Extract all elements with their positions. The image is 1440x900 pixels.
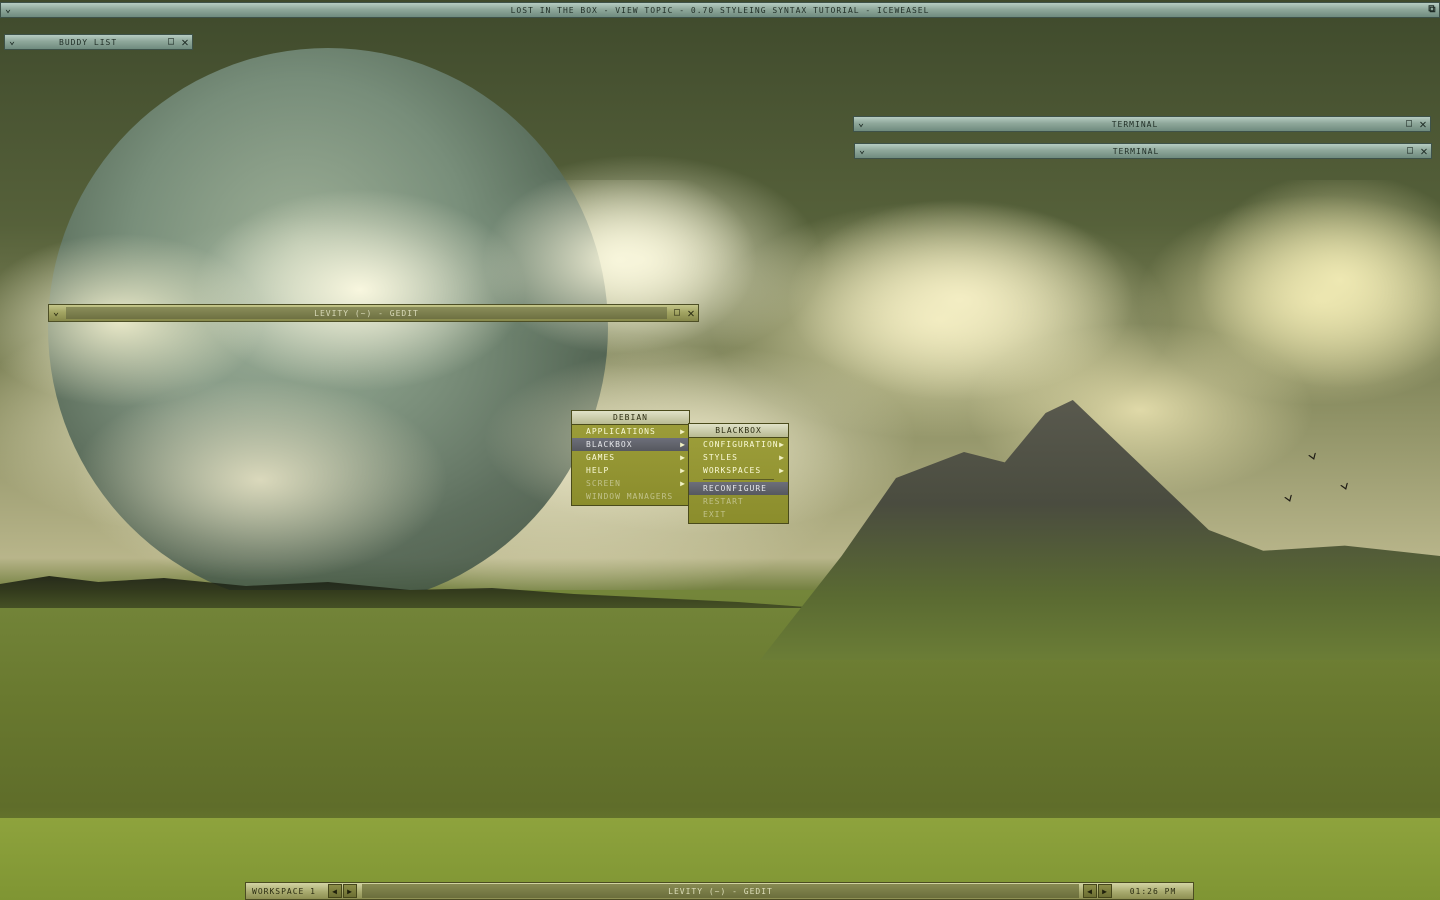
taskbar-window-title[interactable]: levity (~) - gedit (362, 884, 1079, 898)
gedit-titlebar[interactable]: ⌄ levity (~) - gedit □ ✕ (48, 304, 699, 322)
terminal-title: terminal (1111, 119, 1159, 129)
buddy-list-title: buddy list (59, 37, 118, 47)
chevron-down-icon[interactable]: ⌄ (1, 3, 15, 17)
menu-item-window-managers[interactable]: window managers (572, 490, 689, 503)
close-icon[interactable]: ✕ (1417, 144, 1431, 158)
triangle-right-icon: ▶ (779, 466, 785, 475)
terminal-title: terminal (1112, 146, 1160, 156)
close-icon[interactable]: ✕ (1416, 117, 1430, 131)
maximize-icon[interactable]: □ (164, 35, 178, 49)
menu-item-label: exit (703, 510, 727, 519)
menu-item-label: restart (703, 497, 744, 506)
maximize-icon[interactable]: □ (670, 306, 684, 320)
menu-item-workspaces[interactable]: workspaces ▶ (689, 464, 788, 477)
menu-item-label: styles (703, 453, 738, 462)
menu-item-games[interactable]: games ▶ (572, 451, 689, 464)
menu-item-label: blackbox (586, 440, 633, 449)
menu-item-label: configuration (703, 440, 779, 449)
blackbox-submenu-title: blackbox (689, 424, 788, 438)
menu-item-applications[interactable]: applications ▶ (572, 425, 689, 438)
gedit-title: levity (~) - gedit (66, 307, 667, 319)
triangle-right-icon: ▶ (680, 440, 686, 449)
menu-item-label: screen (586, 479, 621, 488)
browser-title: lost in the box - view topic - 0.70 styl… (510, 5, 930, 15)
menu-item-label: window managers (586, 492, 674, 501)
blackbox-submenu: blackbox configuration ▶ styles ▶ worksp… (688, 423, 789, 524)
menu-item-label: games (586, 453, 616, 462)
close-icon[interactable]: ✕ (178, 35, 192, 49)
window-next-icon[interactable]: ▶ (1098, 884, 1112, 898)
clock: 01:26 pm (1129, 886, 1177, 896)
triangle-right-icon: ▶ (680, 427, 686, 436)
triangle-right-icon: ▶ (779, 453, 785, 462)
workspace-next-icon[interactable]: ▶ (343, 884, 357, 898)
restore-icon[interactable]: ⧉ (1425, 3, 1439, 17)
terminal-titlebar[interactable]: ⌄ terminal □ ✕ (854, 143, 1432, 159)
chevron-down-icon[interactable]: ⌄ (49, 306, 63, 320)
browser-titlebar[interactable]: ⌄ lost in the box - view topic - 0.70 st… (0, 2, 1440, 18)
menu-item-restart[interactable]: restart (689, 495, 788, 508)
menu-item-blackbox[interactable]: blackbox ▶ (572, 438, 689, 451)
chevron-down-icon[interactable]: ⌄ (5, 35, 19, 49)
maximize-icon[interactable]: □ (1402, 117, 1416, 131)
window-prev-icon[interactable]: ◀ (1083, 884, 1097, 898)
workspace-prev-icon[interactable]: ◀ (328, 884, 342, 898)
triangle-right-icon: ▶ (680, 453, 686, 462)
root-menu: debian applications ▶ blackbox ▶ games ▶… (571, 410, 690, 506)
root-menu-title: debian (572, 411, 689, 425)
menu-item-exit[interactable]: exit (689, 508, 788, 521)
menu-item-label: workspaces (703, 466, 762, 475)
triangle-right-icon: ▶ (680, 479, 686, 488)
close-icon[interactable]: ✕ (684, 306, 698, 320)
menu-item-reconfigure[interactable]: reconfigure (689, 482, 788, 495)
menu-item-help[interactable]: help ▶ (572, 464, 689, 477)
menu-item-label: help (586, 466, 610, 475)
maximize-icon[interactable]: □ (1403, 144, 1417, 158)
menu-separator (703, 479, 774, 480)
chevron-down-icon[interactable]: ⌄ (855, 144, 869, 158)
triangle-right-icon: ▶ (680, 466, 686, 475)
menu-item-configuration[interactable]: configuration ▶ (689, 438, 788, 451)
menu-item-screen[interactable]: screen ▶ (572, 477, 689, 490)
triangle-right-icon: ▶ (779, 440, 785, 449)
buddy-list-titlebar[interactable]: ⌄ buddy list □ ✕ (4, 34, 193, 50)
taskbar: workspace 1 ◀ ▶ levity (~) - gedit ◀ ▶ 0… (245, 882, 1194, 900)
menu-item-label: applications (586, 427, 656, 436)
menu-item-styles[interactable]: styles ▶ (689, 451, 788, 464)
menu-item-label: reconfigure (703, 484, 767, 493)
chevron-down-icon[interactable]: ⌄ (854, 117, 868, 131)
workspace-label[interactable]: workspace 1 (246, 887, 328, 896)
terminal-titlebar[interactable]: ⌄ terminal □ ✕ (853, 116, 1431, 132)
